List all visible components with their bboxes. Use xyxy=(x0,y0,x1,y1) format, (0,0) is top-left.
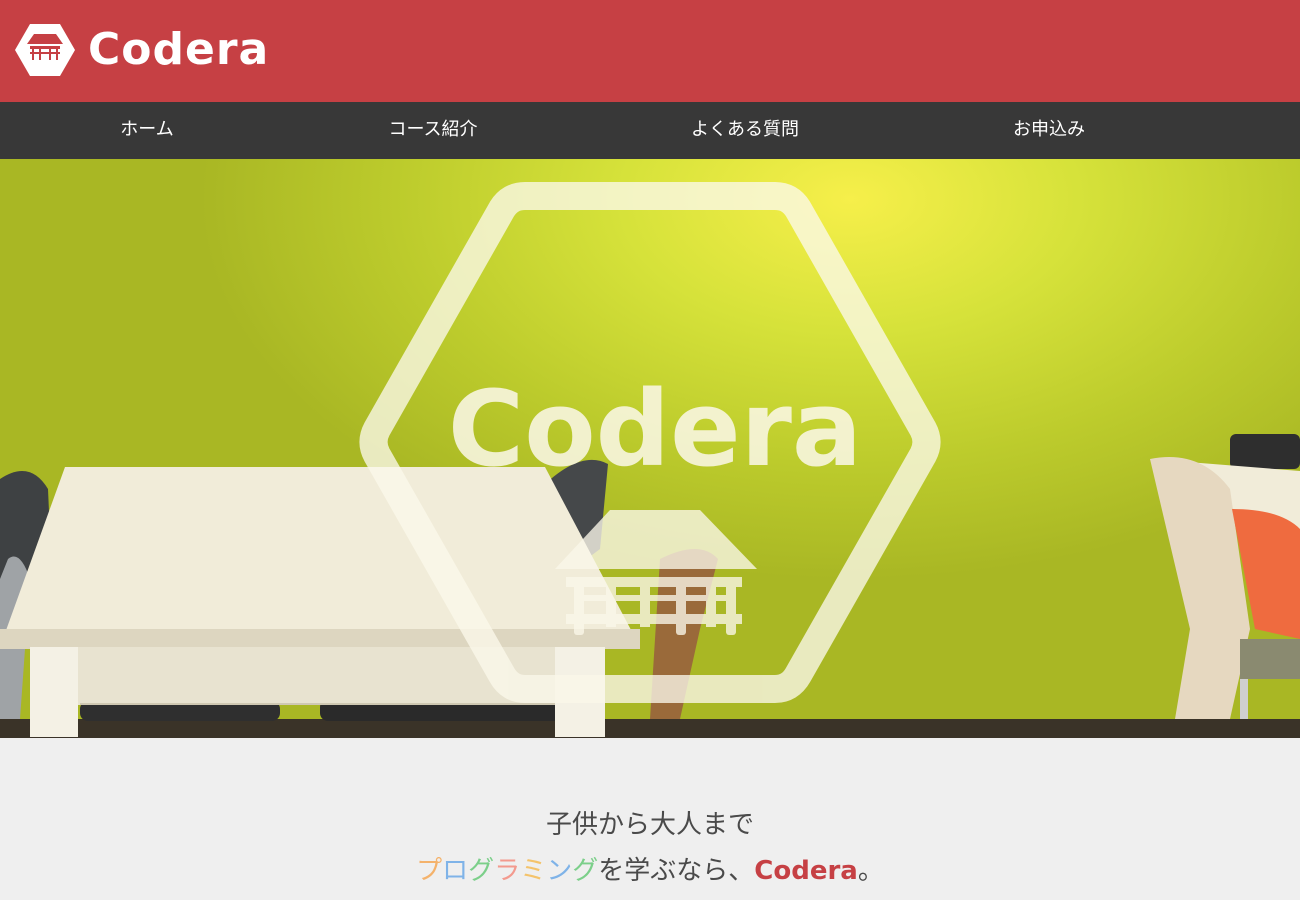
brand-name: Codera xyxy=(88,24,270,75)
rainbow-word: プログラミング xyxy=(416,856,598,886)
hero-banner: Codera xyxy=(0,159,1300,738)
site-header: Codera xyxy=(0,0,1300,102)
rainbow-char: ロ xyxy=(442,856,469,886)
tagline-line1: 子供から大人まで xyxy=(545,810,754,840)
nav-apply[interactable]: お申込み xyxy=(1013,102,1085,159)
hero-image: Codera xyxy=(0,182,1300,738)
floor xyxy=(0,719,1300,738)
tagline-line2: プログラミングを学ぶなら、Codera。 xyxy=(0,850,1300,887)
rainbow-char: プ xyxy=(416,856,443,886)
rainbow-char: グ xyxy=(572,856,599,886)
nav-home[interactable]: ホーム xyxy=(120,102,173,159)
rainbow-char: グ xyxy=(468,856,495,886)
hero-logo-text: Codera xyxy=(448,368,862,490)
tagline-end: 。 xyxy=(857,856,884,886)
nav-courses[interactable]: コース紹介 xyxy=(388,102,477,159)
nav-faq[interactable]: よくある質問 xyxy=(691,102,799,159)
right-chairs-image xyxy=(1150,434,1300,719)
main-nav: ホーム コース紹介 よくある質問 お申込み xyxy=(0,102,1300,159)
tagline-section: 子供から大人まで プログラミングを学ぶなら、Codera。 xyxy=(0,738,1300,900)
header-logo-link[interactable]: Codera xyxy=(14,20,268,80)
tagline-brand: Codera xyxy=(754,856,858,886)
house-logo-icon xyxy=(15,24,75,76)
tagline-middle: を学ぶなら、 xyxy=(598,856,755,886)
rainbow-char: ラ xyxy=(494,856,521,886)
rainbow-char: ン xyxy=(546,856,573,886)
rainbow-char: ミ xyxy=(520,856,547,886)
